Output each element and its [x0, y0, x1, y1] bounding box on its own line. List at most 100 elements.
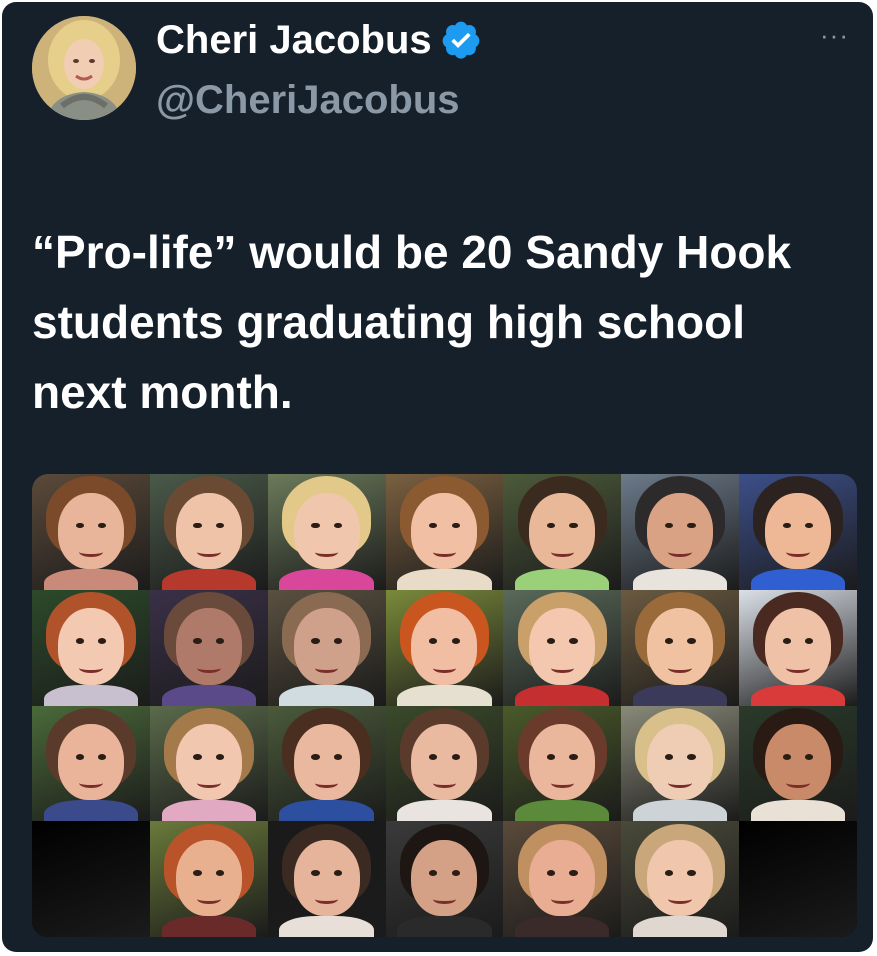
collage-photo [739, 821, 857, 937]
photo-skin [647, 839, 714, 917]
photo-eye [451, 869, 460, 876]
photo-shirt [515, 684, 610, 706]
collage-photo [739, 589, 857, 706]
photo-shirt [397, 684, 492, 706]
photo-skin [411, 608, 478, 685]
photo-skin [293, 608, 360, 685]
display-name-row[interactable]: Cheri Jacobus [156, 16, 482, 64]
collage-photo [385, 821, 504, 937]
tweet-media-image[interactable] [32, 474, 857, 937]
photo-mouth [668, 663, 692, 673]
photo-skin [293, 724, 360, 801]
photo-eye [569, 869, 578, 876]
tweet-card[interactable]: Cheri Jacobus @CheriJacobus ··· “Pro-lif… [2, 2, 873, 952]
photo-shirt [397, 916, 492, 937]
photo-shirt [633, 800, 728, 822]
photo-eye [429, 869, 438, 876]
photo-eye [664, 869, 674, 876]
photo-shirt [279, 916, 374, 937]
photo-eye [311, 754, 320, 760]
photo-shirt [633, 684, 728, 706]
collage-photo [149, 589, 268, 706]
photo-shirt [515, 568, 610, 590]
photo-skin [647, 724, 714, 801]
photo-skin [647, 492, 714, 569]
photo-skin [529, 724, 596, 801]
collage-photo [503, 474, 622, 590]
photo-skin [647, 608, 714, 685]
photo-eye [782, 754, 791, 760]
photo-shirt [161, 800, 256, 822]
photo-skin [293, 839, 360, 917]
photo-shirt [750, 800, 846, 822]
photo-skin [175, 724, 242, 801]
collage-photo [503, 705, 622, 822]
display-name[interactable]: Cheri Jacobus [156, 16, 432, 64]
photo-shirt [633, 916, 728, 937]
photo-shirt [43, 568, 139, 590]
photo-eye [664, 754, 674, 760]
photo-eye [193, 754, 202, 760]
verified-badge-icon [442, 21, 480, 59]
photo-eye [687, 754, 696, 760]
photo-shirt [633, 568, 728, 590]
photo-mouth [196, 547, 221, 557]
photo-skin [765, 492, 832, 569]
user-handle[interactable]: @CheriJacobus [156, 76, 460, 124]
collage-photo [621, 821, 740, 937]
avatar-image [32, 16, 136, 120]
photo-eye [75, 754, 84, 760]
collage-photo [267, 589, 386, 706]
collage-photo [32, 821, 150, 937]
collage-photo [739, 474, 857, 590]
photo-shirt [43, 684, 139, 706]
more-options-icon[interactable]: ··· [820, 22, 849, 48]
collage-photo [149, 474, 268, 590]
photo-eye [215, 754, 225, 760]
photo-eye [193, 638, 202, 645]
photo-eye [569, 638, 578, 645]
photo-skin [411, 839, 478, 917]
photo-eye [569, 754, 578, 760]
photo-shirt [161, 568, 256, 590]
photo-eye [569, 522, 578, 529]
photo-skin [529, 492, 596, 569]
photo-mouth [79, 547, 103, 557]
photo-mouth [550, 663, 575, 673]
collage-photo [621, 474, 740, 590]
tweet-text: “Pro-life” would be 20 Sandy Hook studen… [32, 226, 792, 418]
photo-skin [529, 839, 596, 917]
photo-shirt [515, 800, 610, 822]
photo-eye [311, 638, 320, 645]
photo-mouth [668, 547, 692, 557]
photo-shirt [750, 684, 846, 706]
photo-skin [57, 492, 124, 569]
photo-eye [687, 638, 696, 645]
collage-photo [267, 474, 386, 590]
photo-eye [333, 869, 342, 876]
collage-photo [385, 589, 504, 706]
collage-photo [267, 705, 386, 822]
photo-shirt [397, 800, 492, 822]
photo-mouth [432, 663, 457, 673]
photo-mouth [432, 547, 457, 557]
photo-eye [547, 869, 556, 876]
collage-photo [503, 821, 622, 937]
photo-shirt [279, 568, 374, 590]
collage-photo [385, 474, 504, 590]
photo-shirt [43, 800, 139, 822]
collage-photo [32, 705, 150, 822]
photo-eye [687, 522, 696, 529]
photo-eye [547, 754, 556, 760]
collage-photo [267, 821, 386, 937]
photo-shirt [161, 916, 256, 937]
avatar[interactable] [32, 16, 136, 120]
photo-shirt [515, 916, 610, 937]
collage-photo [149, 705, 268, 822]
photo-mouth [196, 894, 221, 905]
photo-eye [451, 754, 460, 760]
photo-eye [311, 869, 320, 876]
photo-mouth [314, 663, 339, 673]
collage-photo [32, 474, 150, 590]
photo-skin [529, 608, 596, 685]
